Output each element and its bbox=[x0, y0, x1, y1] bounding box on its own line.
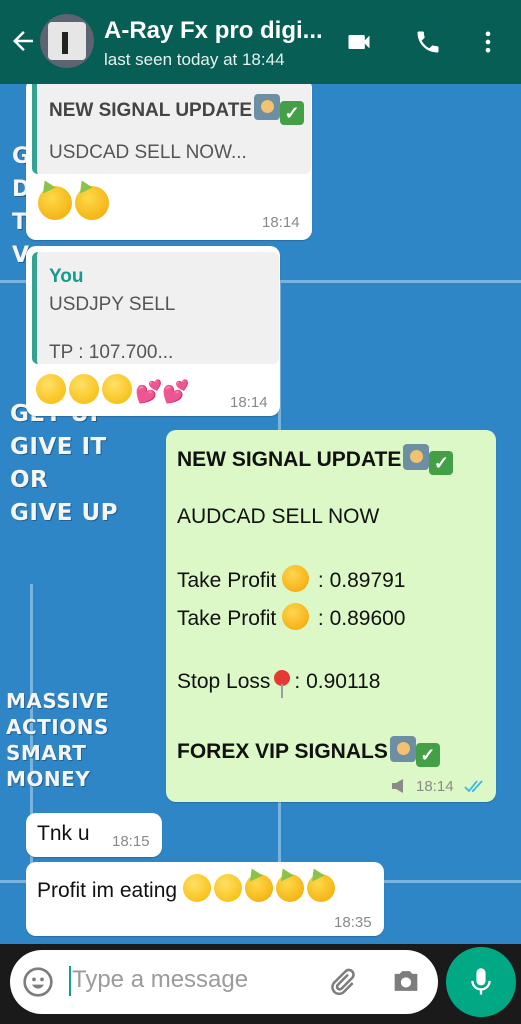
stop-loss-value: : 0.90118 bbox=[294, 670, 381, 693]
phone-icon[interactable] bbox=[412, 28, 444, 56]
wallpaper-text-2: GET UPGIVE ITORGIVE UP bbox=[10, 401, 118, 526]
smiling-face-emoji-icon bbox=[36, 374, 66, 404]
emoji-row bbox=[38, 186, 112, 220]
hugging-face-emoji-icon bbox=[282, 565, 310, 592]
smiling-face-emoji-icon bbox=[213, 874, 242, 902]
take-profit-label: Take Profit bbox=[177, 607, 277, 630]
mic-button[interactable] bbox=[446, 947, 516, 1017]
quote-line-1: NEW SIGNAL UPDATE bbox=[49, 100, 253, 121]
quoted-message[interactable]: You USDJPY SELL TP : 107.700... bbox=[32, 252, 279, 364]
take-profit-value: : 0.89791 bbox=[317, 569, 406, 592]
signal-footer: FOREX VIP SIGNALS bbox=[177, 740, 388, 763]
hugging-face-emoji-icon bbox=[282, 603, 310, 630]
message-time: 18:14 bbox=[262, 214, 300, 231]
quote-line-2: TP : 107.700... bbox=[49, 342, 174, 363]
smiling-face-emoji-icon bbox=[182, 874, 211, 902]
hearts-emoji-icon: 💕 bbox=[162, 379, 190, 404]
double-check-icon bbox=[464, 780, 483, 793]
last-seen-status: last seen today at 18:44 bbox=[104, 50, 285, 69]
camera-icon[interactable] bbox=[388, 964, 424, 998]
message-time: 18:14 bbox=[230, 394, 268, 411]
take-profit-value: : 0.89600 bbox=[317, 607, 406, 630]
emoji-row: 💕💕 bbox=[36, 374, 190, 405]
message-bubble-incoming[interactable]: NEW SIGNAL UPDATE ✓ USDCAD SELL NOW... 18… bbox=[26, 78, 312, 240]
check-mark-emoji-icon: ✓ bbox=[415, 743, 440, 767]
teacher-emoji-icon bbox=[254, 94, 281, 120]
partying-face-emoji-icon bbox=[275, 874, 304, 902]
message-time: 18:14 bbox=[416, 778, 454, 795]
message-bubble-incoming[interactable]: You USDJPY SELL TP : 107.700... 💕💕 18:14 bbox=[26, 246, 280, 416]
avatar[interactable] bbox=[40, 14, 94, 68]
teacher-emoji-icon bbox=[389, 736, 416, 762]
emoji-icon[interactable] bbox=[22, 966, 54, 998]
quote-line-2: USDCAD SELL NOW... bbox=[49, 142, 247, 163]
back-arrow-icon[interactable] bbox=[8, 26, 38, 56]
partying-face-emoji-icon bbox=[244, 874, 273, 902]
message-bubble-incoming[interactable]: Profit im eating 18:35 bbox=[26, 862, 384, 936]
attach-icon[interactable] bbox=[326, 966, 358, 998]
text-caret bbox=[69, 966, 71, 996]
message-input[interactable]: Type a message bbox=[72, 966, 248, 994]
video-call-icon[interactable] bbox=[343, 28, 375, 56]
partying-face-emoji-icon bbox=[306, 874, 335, 902]
contact-name[interactable]: A-Ray Fx pro digi... bbox=[104, 17, 323, 45]
pushpin-emoji-icon bbox=[274, 670, 291, 698]
mic-icon bbox=[471, 968, 491, 995]
partying-face-emoji-icon bbox=[75, 186, 109, 220]
stop-loss-label: Stop Loss bbox=[177, 670, 271, 693]
message-text: Tnk u bbox=[37, 822, 90, 845]
take-profit-label: Take Profit bbox=[177, 569, 277, 592]
hearts-emoji-icon: 💕 bbox=[135, 379, 163, 404]
teacher-emoji-icon bbox=[403, 444, 430, 470]
quote-line-1: USDJPY SELL bbox=[49, 294, 176, 315]
check-mark-emoji-icon: ✓ bbox=[429, 451, 454, 475]
smiling-face-emoji-icon bbox=[102, 374, 132, 404]
signal-pair-line: AUDCAD SELL NOW bbox=[177, 505, 380, 528]
message-text: Profit im eating bbox=[37, 879, 178, 902]
smiling-face-emoji-icon bbox=[69, 374, 99, 404]
signal-title: NEW SIGNAL UPDATE bbox=[177, 448, 402, 471]
quote-sender: You bbox=[49, 266, 84, 287]
megaphone-icon bbox=[392, 779, 403, 793]
more-options-icon[interactable] bbox=[472, 28, 504, 56]
partying-face-emoji-icon bbox=[38, 186, 72, 220]
message-time: 18:35 bbox=[334, 914, 372, 931]
message-bubble-incoming[interactable]: Tnk u 18:15 bbox=[26, 813, 162, 857]
message-bubble-outgoing[interactable]: NEW SIGNAL UPDATE ✓ AUDCAD SELL NOW Take … bbox=[166, 430, 496, 802]
check-mark-emoji-icon: ✓ bbox=[280, 101, 305, 125]
quoted-message[interactable]: NEW SIGNAL UPDATE ✓ USDCAD SELL NOW... bbox=[32, 78, 311, 174]
chat-header: A-Ray Fx pro digi... last seen today at … bbox=[0, 0, 521, 84]
wallpaper-text-3: MASSIVE ACTIONS SMART MONEY bbox=[6, 689, 110, 791]
message-time: 18:15 bbox=[112, 833, 150, 850]
